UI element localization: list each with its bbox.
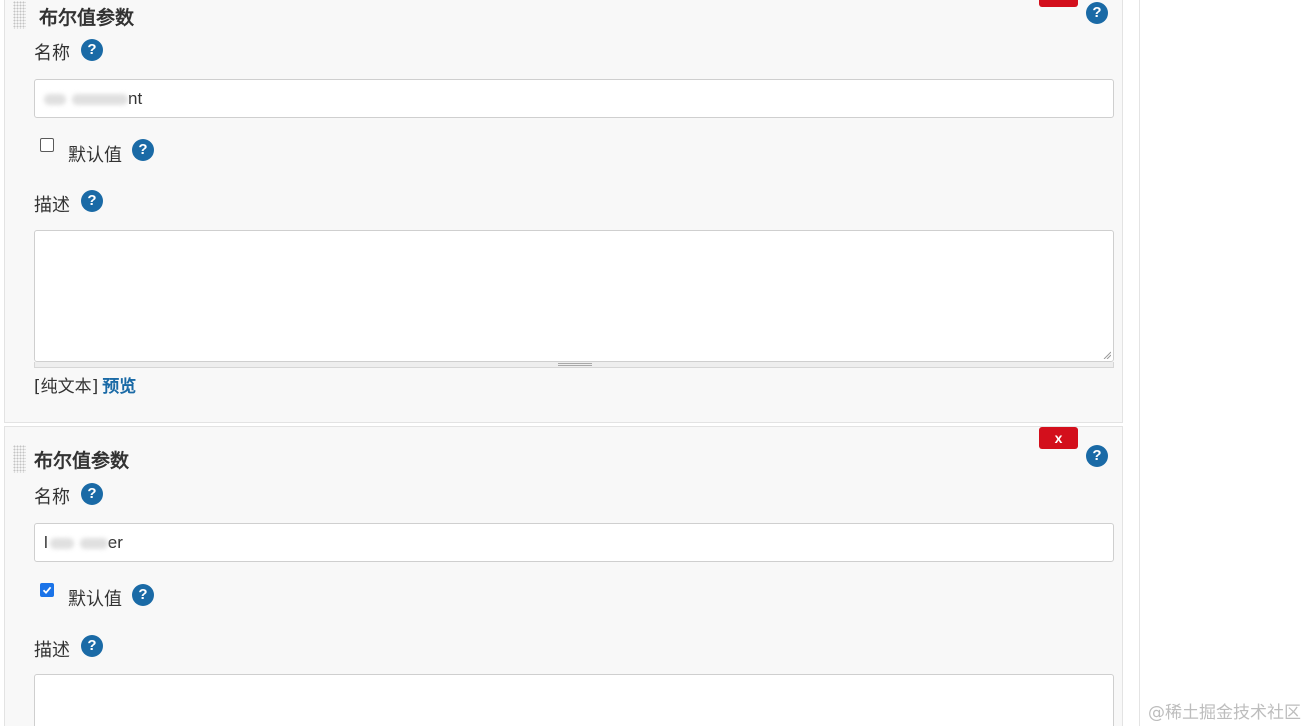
delete-button[interactable]: x — [1039, 427, 1078, 449]
plain-text-label: [纯文本] — [34, 377, 99, 397]
textarea-resize-bar[interactable] — [34, 362, 1114, 368]
name-input-value-suffix: er — [107, 533, 123, 552]
name-label: 名称 — [34, 487, 70, 508]
default-value-label: 默认值 — [68, 589, 122, 610]
help-icon[interactable]: ? — [1086, 445, 1108, 467]
redacted-text — [49, 538, 74, 550]
delete-button[interactable] — [1039, 0, 1078, 7]
page: ? 布尔值参数 名称 ? nt 默认值 ? 描述 ? [纯文本]预览 x ? — [0, 0, 1316, 726]
drag-handle-icon[interactable] — [13, 445, 26, 473]
redacted-text — [44, 94, 66, 106]
parameter-title: 布尔值参数 — [34, 450, 130, 472]
parameter-title: 布尔值参数 — [39, 7, 135, 29]
description-textarea[interactable] — [34, 230, 1114, 362]
boolean-parameter-block-2: x ? 布尔值参数 名称 ? l er 默认值 ? 描述 ? — [4, 426, 1123, 726]
help-icon[interactable]: ? — [81, 190, 103, 212]
help-icon[interactable]: ? — [81, 483, 103, 505]
boolean-parameter-block-1: ? 布尔值参数 名称 ? nt 默认值 ? 描述 ? [纯文本] 预览 — [4, 0, 1123, 423]
default-value-checkbox[interactable] — [40, 583, 54, 597]
help-icon[interactable]: ? — [81, 39, 103, 61]
description-label: 描述 — [34, 640, 70, 661]
name-input[interactable]: nt — [34, 79, 1114, 118]
help-icon[interactable]: ? — [132, 584, 154, 606]
name-input-value-suffix: nt — [128, 89, 143, 108]
redacted-text — [72, 94, 128, 106]
default-value-checkbox[interactable] — [40, 138, 54, 152]
redacted-text — [79, 538, 108, 550]
preview-link[interactable]: 预览 — [102, 377, 136, 397]
help-icon[interactable]: ? — [1086, 2, 1108, 24]
help-icon[interactable]: ? — [132, 139, 154, 161]
default-value-label: 默认值 — [68, 145, 122, 166]
right-column-divider — [1139, 0, 1140, 726]
description-label: 描述 — [34, 195, 70, 216]
format-line: [纯文本] 预览 — [34, 372, 136, 397]
watermark: @稀土掘金技术社区 — [1148, 703, 1301, 723]
drag-handle-icon[interactable] — [13, 1, 26, 29]
name-input-value-prefix: l — [44, 533, 48, 552]
help-icon[interactable]: ? — [81, 635, 103, 657]
resize-bar-handle-icon[interactable] — [558, 363, 592, 366]
name-input[interactable]: l er — [34, 523, 1114, 562]
name-label: 名称 — [34, 43, 70, 64]
description-textarea[interactable] — [34, 674, 1114, 726]
resize-grip-icon[interactable] — [1103, 351, 1111, 359]
checkmark-icon — [42, 586, 52, 595]
